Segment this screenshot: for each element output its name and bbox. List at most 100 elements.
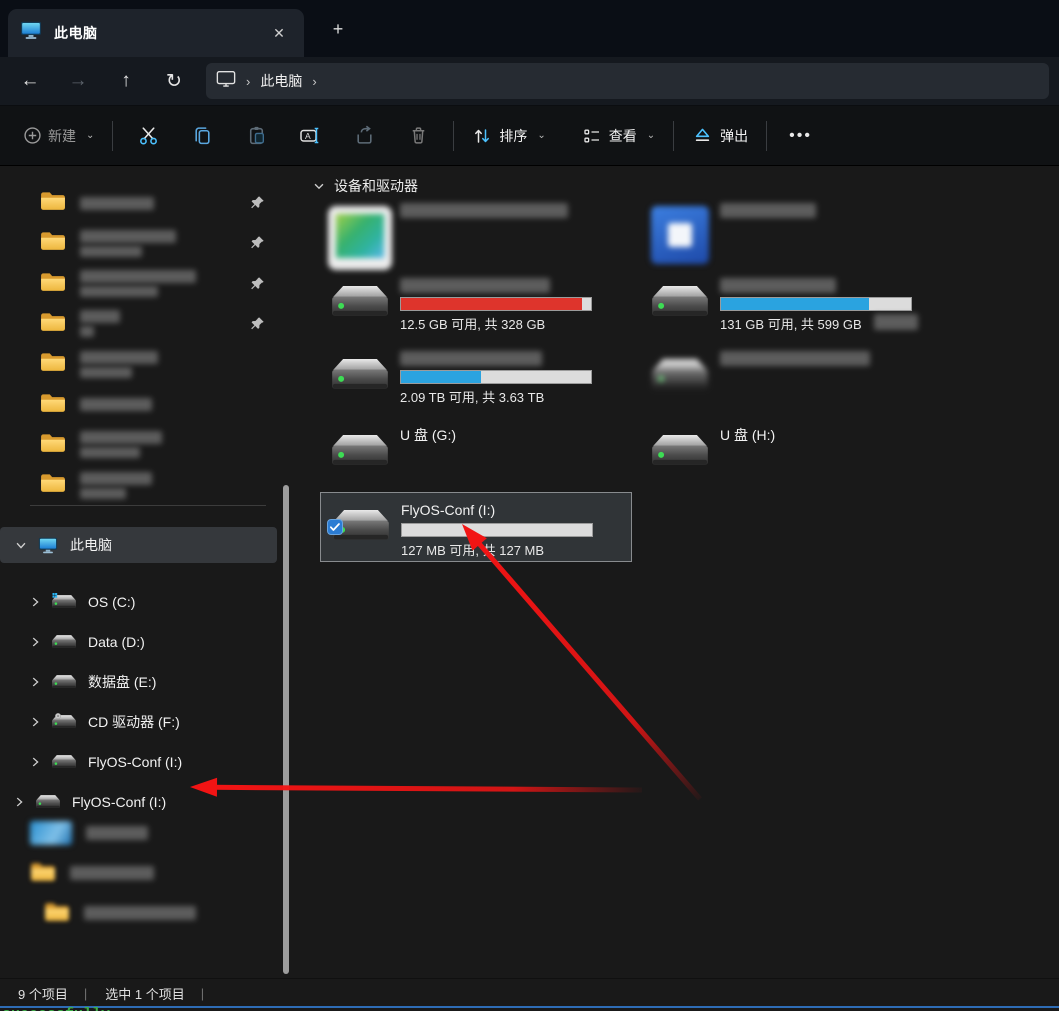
sidebar-item-redacted[interactable] xyxy=(0,814,277,852)
redacted-text xyxy=(80,447,140,458)
capacity-bar xyxy=(401,523,593,537)
pinned-folder-item[interactable] xyxy=(0,305,277,343)
paste-button[interactable] xyxy=(235,116,277,156)
pinned-folder-item[interactable] xyxy=(0,224,277,262)
pinned-folder-item[interactable] xyxy=(0,184,277,222)
file-explorer-window: 此电脑 ✕ + ← → ↑ ↻ › 此电脑 › 新建 ⌄ xyxy=(0,0,1059,1011)
eject-button[interactable]: 弹出 xyxy=(682,116,758,156)
navigation-pane: 此电脑 OS (C:) Data (D:) 数据盘 (E:) CD 驱动器 (F… xyxy=(0,166,300,978)
pin-icon xyxy=(250,235,265,250)
pinned-folder-item[interactable] xyxy=(0,265,277,303)
drive-tile-redacted[interactable]: 2.09 TB 可用, 共 3.63 TB xyxy=(320,348,631,418)
breadcrumb-chevron-icon: › xyxy=(312,74,316,89)
redacted-text xyxy=(80,230,176,243)
redacted-text xyxy=(84,906,196,920)
delete-button[interactable] xyxy=(397,116,439,156)
breadcrumb-chevron-icon: › xyxy=(246,74,250,89)
back-button[interactable]: ← xyxy=(12,65,48,97)
folder-icon xyxy=(40,190,66,211)
sidebar-item-drive-1[interactable]: Data (D:) xyxy=(0,624,277,660)
drive-tile-redacted[interactable] xyxy=(640,348,951,418)
up-button[interactable]: ↑ xyxy=(108,65,144,97)
redacted-text xyxy=(400,278,550,293)
chevron-down-icon: ⌄ xyxy=(86,130,94,141)
redacted-windows-icon xyxy=(651,206,709,264)
redacted-text xyxy=(80,398,152,411)
drive-tile-redacted[interactable]: 12.5 GB 可用, 共 328 GB xyxy=(320,275,631,345)
plus-circle-icon xyxy=(24,127,41,144)
redacted-text xyxy=(80,351,158,364)
sort-button-label: 排序 xyxy=(499,126,527,146)
copy-icon xyxy=(192,125,213,146)
selected-count: 选中 1 个项目 xyxy=(105,984,184,1003)
redacted-text xyxy=(80,310,120,323)
capacity-text: 131 GB 可用, 共 599 GB xyxy=(720,314,912,333)
sidebar-item-this-pc[interactable]: 此电脑 xyxy=(0,527,277,563)
section-header-devices[interactable]: 设备和驱动器 xyxy=(312,176,418,196)
new-button[interactable]: 新建 ⌄ xyxy=(14,116,104,156)
chevron-right-icon xyxy=(28,755,42,769)
sidebar-item-redacted[interactable] xyxy=(0,894,277,932)
rename-button[interactable]: A xyxy=(289,116,331,156)
more-options-button[interactable]: ••• xyxy=(775,127,826,145)
folder-icon xyxy=(40,351,66,372)
copy-button[interactable] xyxy=(181,116,223,156)
status-separator: | xyxy=(84,986,87,1001)
explorer-tab[interactable]: 此电脑 ✕ xyxy=(8,9,304,57)
pin-icon xyxy=(250,235,265,255)
drive-tile-flyos-conf-i-[interactable]: FlyOS-Conf (I:)127 MB 可用, 共 127 MB xyxy=(320,492,632,562)
drive-tile-redacted[interactable]: 131 GB 可用, 共 599 GB xyxy=(640,275,951,345)
share-button[interactable] xyxy=(343,116,385,156)
view-list-icon xyxy=(582,126,602,146)
drive-tile-redacted[interactable] xyxy=(640,200,951,270)
redacted-text xyxy=(400,351,542,366)
tree-item-label: FlyOS-Conf (I:) xyxy=(88,754,182,770)
tab-close-icon[interactable]: ✕ xyxy=(266,20,292,46)
pinned-folder-item[interactable] xyxy=(0,345,277,383)
cd-drive-icon xyxy=(52,713,76,730)
drive-tile-u-h-[interactable]: U 盘 (H:) xyxy=(640,424,951,494)
sidebar-item-drive-4[interactable]: FlyOS-Conf (I:) xyxy=(0,744,277,780)
toolbar-separator xyxy=(673,121,674,151)
watermark-text: successfully xyxy=(2,1007,110,1011)
chevron-right-icon xyxy=(28,675,42,689)
capacity-bar xyxy=(400,370,592,384)
sort-button[interactable]: 排序 ⌄ xyxy=(462,116,555,156)
checked-checkbox[interactable] xyxy=(327,519,343,540)
sidebar-item-redacted[interactable] xyxy=(0,854,277,892)
chevron-right-icon xyxy=(28,715,42,729)
sidebar-item-drive-3[interactable]: CD 驱动器 (F:) xyxy=(0,704,277,740)
folder-icon xyxy=(40,271,66,292)
address-bar[interactable]: › 此电脑 › xyxy=(206,63,1049,99)
cut-button[interactable] xyxy=(127,116,169,156)
rename-icon: A xyxy=(299,125,321,146)
sidebar-item-drive-2[interactable]: 数据盘 (E:) xyxy=(0,664,277,700)
redacted-text xyxy=(720,203,816,218)
redacted-icon xyxy=(30,821,72,845)
drive-icon xyxy=(52,633,76,650)
sort-arrows-icon xyxy=(472,126,492,146)
drive-tile-u-g-[interactable]: U 盘 (G:) xyxy=(320,424,631,494)
drive-name: U 盘 (G:) xyxy=(400,424,456,446)
tab-title: 此电脑 xyxy=(54,23,98,43)
drive-icon xyxy=(52,673,76,690)
drive-tile-redacted[interactable] xyxy=(320,200,631,270)
pinned-folder-item[interactable] xyxy=(0,466,277,504)
selection-checkbox[interactable] xyxy=(327,519,343,535)
capacity-text: 127 MB 可用, 共 127 MB xyxy=(401,540,593,559)
pinned-folder-item[interactable] xyxy=(0,426,277,464)
new-tab-button[interactable]: + xyxy=(324,16,352,42)
forward-button[interactable]: → xyxy=(60,65,96,97)
breadcrumb-this-pc[interactable]: 此电脑 xyxy=(260,71,302,91)
toolbar-separator xyxy=(453,121,454,151)
folder-icon xyxy=(40,392,66,413)
redacted-text xyxy=(80,472,152,485)
sidebar-item-drive-0[interactable]: OS (C:) xyxy=(0,584,277,620)
refresh-button[interactable]: ↻ xyxy=(156,65,192,97)
pinned-folder-item[interactable] xyxy=(0,386,277,424)
chevron-right-icon xyxy=(28,595,42,609)
content-pane: 设备和驱动器 12.5 GB 可用, 共 328 GB 131 GB 可用, 共… xyxy=(300,166,1059,978)
this-pc-monitor-icon xyxy=(20,21,42,40)
view-button[interactable]: 查看 ⌄ xyxy=(572,116,665,156)
sidebar-scrollbar[interactable] xyxy=(283,485,289,974)
